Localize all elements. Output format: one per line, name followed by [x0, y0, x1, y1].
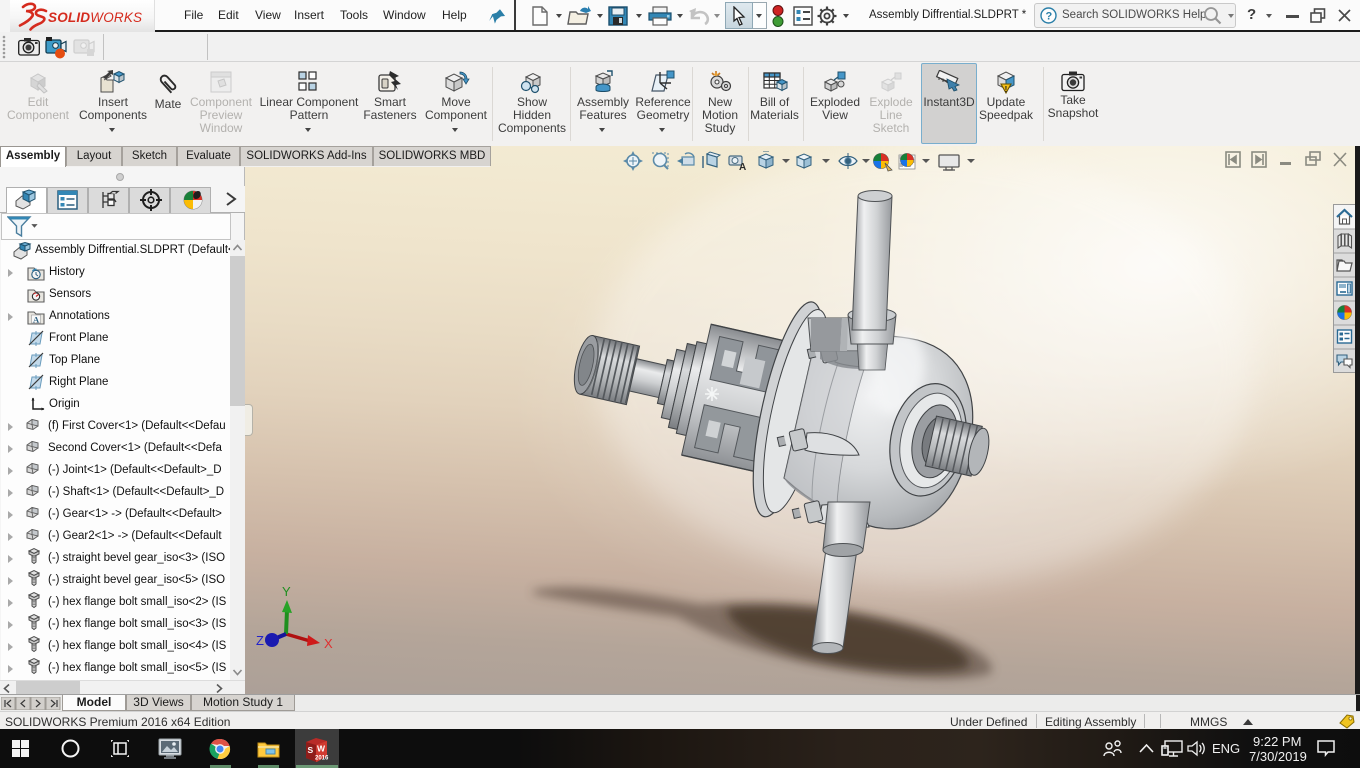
svg-text:!: !: [1005, 85, 1008, 94]
svg-text:2016: 2016: [315, 756, 329, 762]
svg-text:S: S: [308, 745, 314, 755]
svg-text:W: W: [317, 744, 326, 754]
svg-text:SOLIDWORKS: SOLIDWORKS: [48, 10, 142, 25]
svg-text:A: A: [739, 162, 746, 173]
svg-text:?: ?: [1046, 11, 1053, 23]
svg-text:Z: Z: [256, 633, 264, 648]
svg-text:X: X: [324, 636, 333, 651]
svg-text:Y: Y: [282, 584, 291, 599]
